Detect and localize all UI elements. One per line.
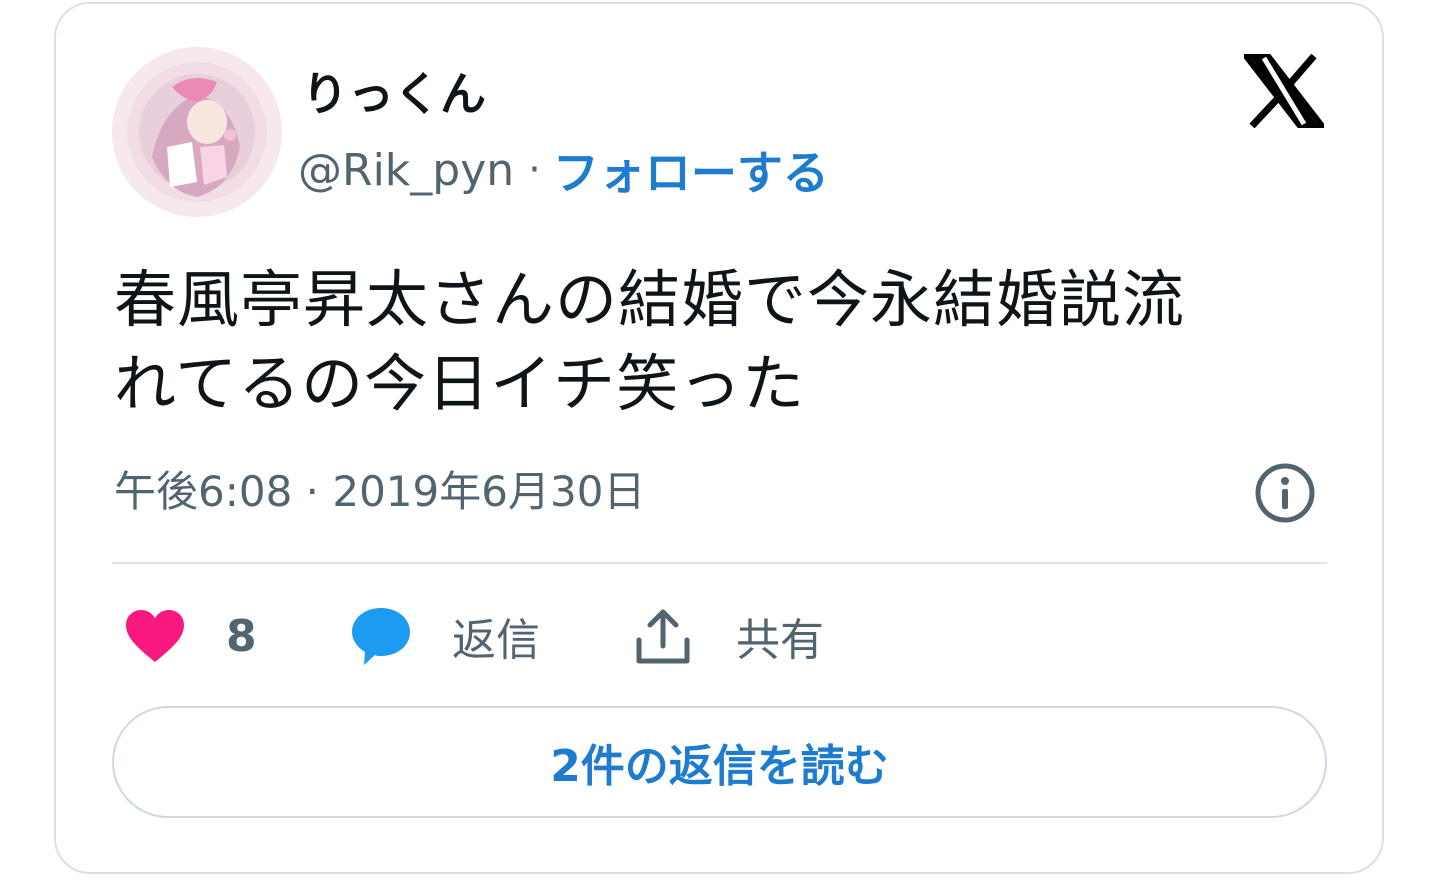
read-replies-label: 2件の返信を読む bbox=[550, 741, 889, 792]
action-bar: 8 返信 共有 bbox=[124, 600, 924, 672]
read-replies-button[interactable]: 2件の返信を読む bbox=[112, 706, 1327, 818]
separator-dot: · bbox=[528, 147, 541, 193]
heart-icon bbox=[126, 610, 184, 662]
share-upload-icon bbox=[636, 609, 690, 664]
tweet-text-line: 春風亭昇太さんの結婚で今永結婚説流 bbox=[114, 263, 1186, 336]
avatar[interactable] bbox=[112, 47, 282, 217]
avatar-image bbox=[112, 47, 282, 217]
like-count: 8 bbox=[226, 610, 257, 662]
like-button[interactable]: 8 bbox=[124, 600, 257, 672]
tweet-timestamp[interactable]: 午後6:08 · 2019年6月30日 bbox=[114, 460, 645, 524]
display-name[interactable]: りっくん bbox=[302, 64, 486, 124]
tweet-text-line: れてるの今日イチ笑った bbox=[114, 347, 806, 420]
tweet-text: 春風亭昇太さんの結婚で今永結婚説流 れてるの今日イチ笑った bbox=[114, 258, 1334, 426]
reply-button[interactable]: 返信 bbox=[350, 600, 540, 672]
reply-label: 返信 bbox=[452, 615, 540, 666]
share-button[interactable]: 共有 bbox=[634, 600, 824, 672]
info-icon[interactable] bbox=[1254, 462, 1316, 524]
x-logo-icon[interactable] bbox=[1239, 53, 1329, 129]
handle-row: @Rik_pyn · フォローする bbox=[298, 137, 829, 203]
user-handle[interactable]: @Rik_pyn bbox=[298, 145, 514, 196]
share-label: 共有 bbox=[736, 615, 824, 666]
speech-bubble-icon bbox=[352, 608, 410, 665]
divider bbox=[112, 562, 1327, 564]
follow-button[interactable]: フォローする bbox=[553, 137, 829, 203]
